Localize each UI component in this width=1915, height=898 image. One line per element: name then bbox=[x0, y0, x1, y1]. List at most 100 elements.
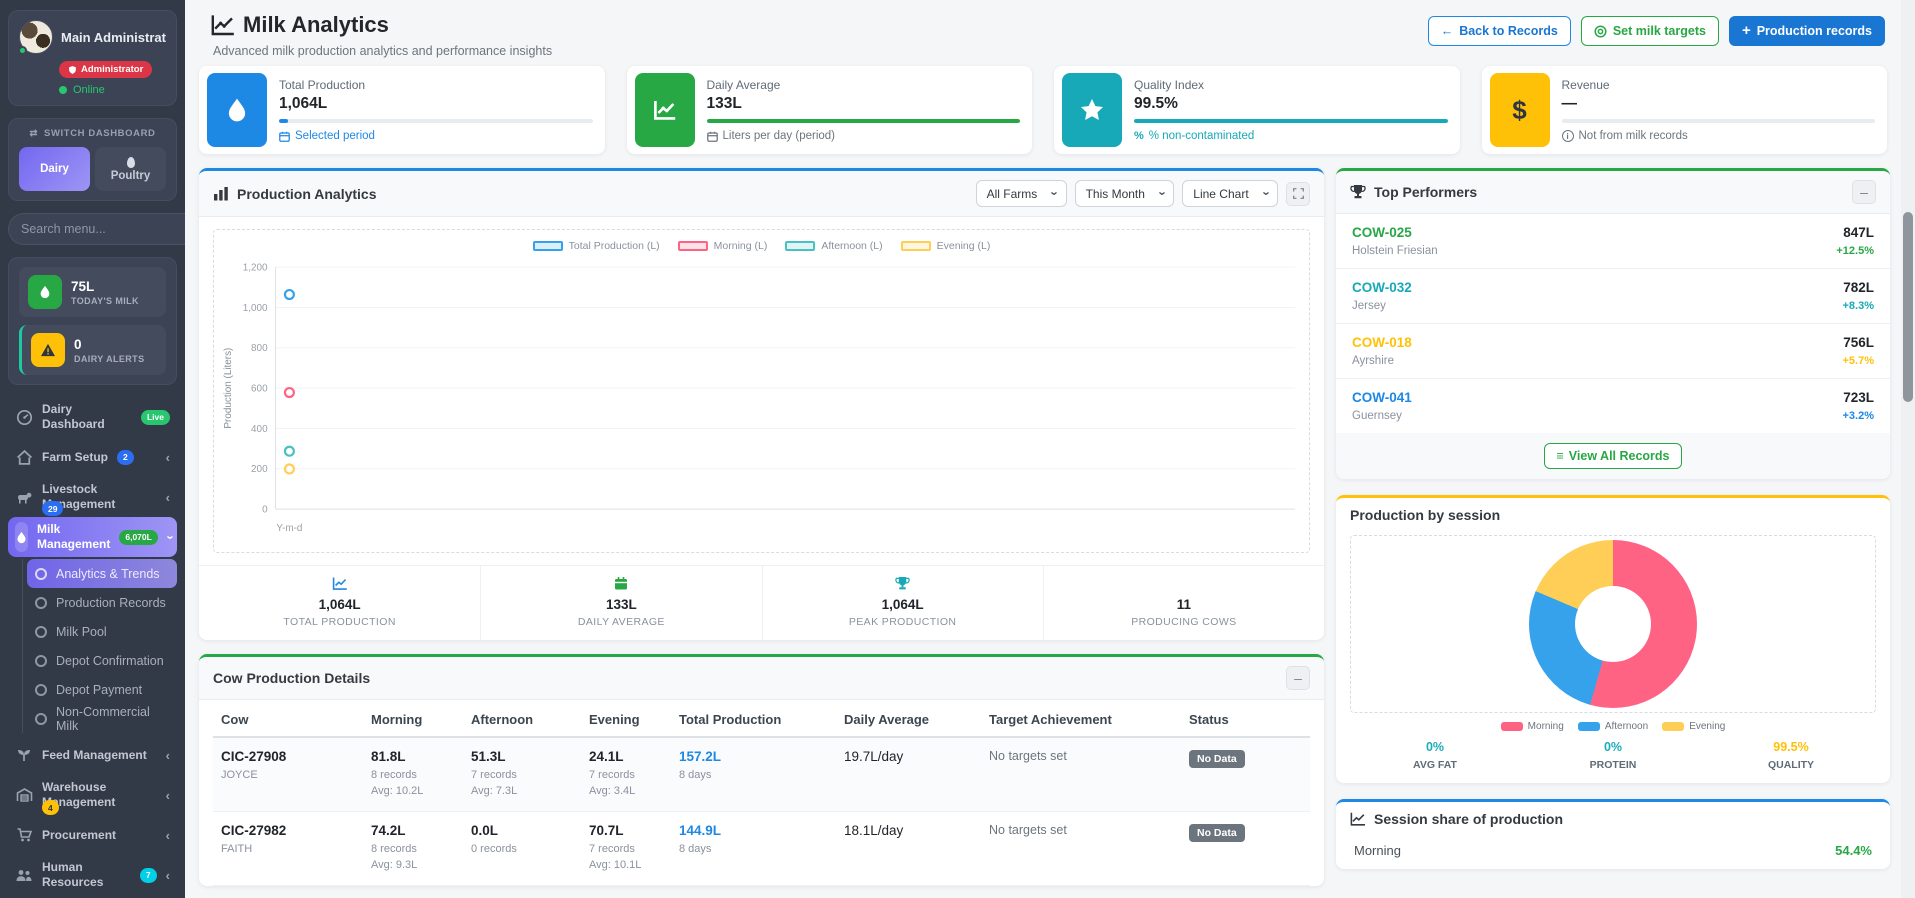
window-scrollbar[interactable] bbox=[1901, 0, 1915, 898]
expand-icon bbox=[1293, 188, 1304, 199]
total-production-card: Total Production 1,064L Selected period bbox=[199, 66, 605, 154]
chart-type-select[interactable]: Line Chart‹ bbox=[1182, 180, 1278, 207]
milk-management-submenu: Analytics & Trends Production Records Mi… bbox=[22, 559, 177, 733]
performer-row[interactable]: COW-018Ayrshire 756L+5.7% bbox=[1336, 324, 1890, 379]
calendar-icon bbox=[487, 576, 755, 594]
online-status: Online bbox=[73, 84, 105, 96]
droplet-icon bbox=[15, 522, 28, 552]
radio-circle-icon bbox=[35, 626, 47, 638]
scrollbar-thumb[interactable] bbox=[1903, 212, 1913, 402]
protein-stat: 0% PROTEIN bbox=[1524, 740, 1702, 771]
legend-swatch bbox=[785, 241, 815, 251]
egg-icon bbox=[127, 157, 135, 168]
cow-production-table: Cow Morning Afternoon Evening Total Prod… bbox=[213, 700, 1310, 886]
sidebar-item-production-records[interactable]: Production Records bbox=[27, 588, 177, 617]
role-badge: Administrator bbox=[59, 61, 152, 78]
svg-text:Production (Liters): Production (Liters) bbox=[223, 348, 234, 429]
revenue-card: $ Revenue — i Not from milk records bbox=[1482, 66, 1888, 154]
main-content: Milk Analytics Advanced milk production … bbox=[185, 0, 1915, 898]
collapse-button[interactable]: – bbox=[1286, 666, 1310, 690]
col-header-morning: Morning bbox=[363, 700, 463, 737]
panel-title: Session share of production bbox=[1350, 811, 1563, 827]
droplet-icon bbox=[207, 73, 267, 147]
dashboard-toggle-poultry[interactable]: Poultry bbox=[95, 147, 166, 191]
calendar-icon bbox=[279, 131, 290, 142]
chevron-left-icon: ‹ bbox=[166, 748, 170, 763]
sidebar-item-analytics-trends[interactable]: Analytics & Trends bbox=[27, 559, 177, 588]
table-row[interactable]: CIC-27908JOYCE 81.8L8 recordsAvg: 10.2L … bbox=[213, 737, 1310, 811]
sidebar-item-livestock-management[interactable]: Livestock Management 29 ‹ bbox=[8, 477, 177, 517]
user-name: Main Administrator bbox=[61, 30, 166, 45]
left-column: Production Analytics All Farms‹ This Mon… bbox=[199, 168, 1324, 886]
sidebar-item-milk-management[interactable]: Milk Management 6,070L ‹ bbox=[8, 517, 177, 557]
chart-summary-row: 1,064L TOTAL PRODUCTION 133L DAILY AVERA… bbox=[199, 565, 1324, 640]
bar-chart-icon bbox=[213, 186, 229, 201]
sidebar-item-depot-payment[interactable]: Depot Payment bbox=[27, 675, 177, 704]
progress-bar bbox=[279, 119, 593, 123]
sidebar-item-feed-management[interactable]: Feed Management ‹ bbox=[8, 735, 177, 775]
count-badge: 2 bbox=[117, 450, 134, 465]
chart-line-icon bbox=[211, 14, 235, 36]
production-records-button[interactable]: + Production records bbox=[1729, 16, 1885, 46]
count-badge: 7 bbox=[140, 868, 157, 883]
calendar-icon bbox=[707, 131, 718, 142]
search-input[interactable] bbox=[8, 213, 185, 245]
col-header-daily: Daily Average bbox=[836, 700, 981, 737]
progress-bar bbox=[1134, 119, 1448, 123]
view-all-records-button[interactable]: ≡ View All Records bbox=[1544, 443, 1681, 469]
stat-cards-row: Total Production 1,064L Selected period … bbox=[197, 66, 1889, 154]
set-milk-targets-button[interactable]: Set milk targets bbox=[1581, 16, 1719, 46]
svg-text:1,200: 1,200 bbox=[243, 263, 268, 274]
performer-row[interactable]: COW-032Jersey 782L+8.3% bbox=[1336, 269, 1890, 324]
daily-average-card: Daily Average 133L Liters per day (perio… bbox=[627, 66, 1033, 154]
fullscreen-button[interactable] bbox=[1286, 182, 1310, 206]
panel-title: Cow Production Details bbox=[213, 670, 370, 686]
status-badge: No Data bbox=[1189, 750, 1245, 768]
sidebar-item-non-commercial-milk[interactable]: Non-Commercial Milk bbox=[27, 704, 177, 733]
dashboard-toggle-dairy[interactable]: Dairy bbox=[19, 147, 90, 191]
progress-bar bbox=[1562, 119, 1876, 123]
daily-average-summary: 133L DAILY AVERAGE bbox=[480, 566, 761, 640]
sidebar-item-depot-confirmation[interactable]: Depot Confirmation bbox=[27, 646, 177, 675]
arrow-left-icon: ← bbox=[1441, 24, 1454, 38]
sidebar-item-procurement[interactable]: Procurement ‹ bbox=[8, 815, 177, 855]
sidebar-item-farm-setup[interactable]: Farm Setup 2 ‹ bbox=[8, 437, 177, 477]
list-icon: ≡ bbox=[1556, 449, 1562, 463]
todays-milk-label: TODAY'S MILK bbox=[71, 296, 139, 306]
people-icon bbox=[15, 868, 33, 883]
count-badge: 29 bbox=[42, 501, 63, 516]
legend-swatch bbox=[533, 241, 563, 251]
chevron-left-icon: ‹ bbox=[166, 868, 170, 883]
info-icon: i bbox=[1562, 130, 1574, 142]
line-chart[interactable]: 02004006008001,0001,200Production (Liter… bbox=[218, 254, 1305, 550]
share-row: Morning 54.4% bbox=[1336, 831, 1890, 864]
donut-legend: MorningAfternoonEvening bbox=[1336, 721, 1890, 732]
sidebar-item-human-resources[interactable]: Human Resources 7 ‹ bbox=[8, 855, 177, 895]
dairy-alerts-value: 0 bbox=[74, 337, 144, 352]
session-donut-chart[interactable] bbox=[1529, 540, 1697, 708]
todays-milk-stat: 75L TODAY'S MILK bbox=[19, 267, 166, 317]
sidebar-item-warehouse-management[interactable]: Warehouse Management 4 ‹ bbox=[8, 775, 177, 815]
plus-icon: + bbox=[1742, 26, 1751, 36]
farm-filter-select[interactable]: All Farms‹ bbox=[976, 180, 1067, 207]
back-to-records-button[interactable]: ← Back to Records bbox=[1428, 16, 1571, 46]
panel-title: Production Analytics bbox=[213, 186, 377, 202]
period-filter-select[interactable]: This Month‹ bbox=[1075, 180, 1175, 207]
session-stats-row: 0% AVG FAT 0% PROTEIN 99.5% QUALITY bbox=[1336, 738, 1890, 783]
plant-icon bbox=[15, 747, 33, 763]
card-title: Revenue bbox=[1562, 78, 1876, 92]
svg-text:1,000: 1,000 bbox=[243, 303, 268, 314]
collapse-button[interactable]: – bbox=[1852, 180, 1876, 204]
chevron-down-icon: ‹ bbox=[1257, 191, 1272, 195]
table-row[interactable]: CIC-27982FAITH 74.2L8 recordsAvg: 9.3L 0… bbox=[213, 811, 1310, 885]
card-value: — bbox=[1562, 95, 1876, 113]
performer-row[interactable]: COW-025Holstein Friesian 847L+12.5% bbox=[1336, 214, 1890, 269]
sidebar-item-milk-pool[interactable]: Milk Pool bbox=[27, 617, 177, 646]
radio-circle-icon bbox=[35, 568, 47, 580]
chart-line-icon bbox=[205, 576, 474, 594]
performer-row[interactable]: COW-041Guernsey 723L+3.2% bbox=[1336, 379, 1890, 433]
livestock-icon bbox=[15, 489, 33, 505]
production-by-session-panel: Production by session MorningAfternoonEv… bbox=[1336, 495, 1890, 783]
sidebar-quick-stats: 75L TODAY'S MILK 0 DAIRY ALERTS bbox=[8, 257, 177, 385]
sidebar-item-dairy-dashboard[interactable]: Dairy Dashboard Live bbox=[8, 397, 177, 437]
